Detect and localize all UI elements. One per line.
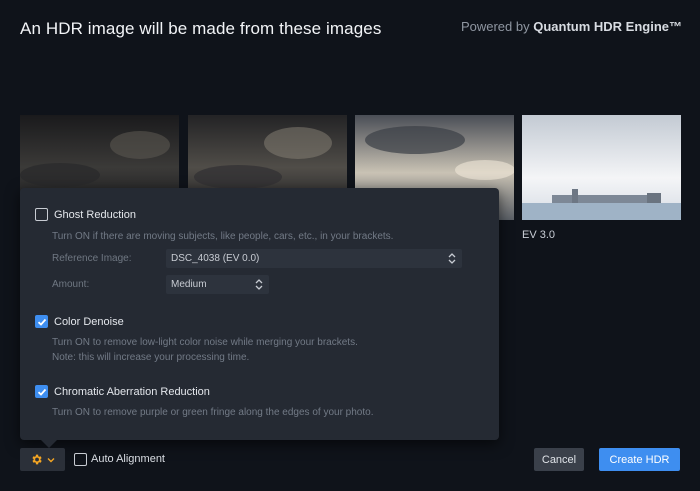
panel-caret (40, 439, 58, 448)
ghost-reduction-description: Turn ON if there are moving subjects, li… (52, 231, 394, 242)
color-denoise-note: Note: this will increase your processing… (52, 352, 250, 363)
amount-value: Medium (171, 279, 207, 290)
powered-by: Powered by Quantum HDR Engine™ (461, 19, 682, 34)
gear-icon (32, 454, 42, 465)
amount-label: Amount: (52, 279, 90, 290)
chromatic-aberration-label: Chromatic Aberration Reduction (54, 385, 210, 398)
auto-alignment-label[interactable]: Auto Alignment (91, 453, 165, 465)
ghost-reduction-option[interactable]: Ghost Reduction (35, 208, 136, 221)
create-hdr-button[interactable]: Create HDR (599, 448, 680, 471)
powered-by-prefix: Powered by (460, 19, 534, 34)
checkmark-icon (37, 318, 46, 326)
cancel-button[interactable]: Cancel (534, 448, 584, 471)
updown-arrows-icon (255, 279, 263, 290)
ghost-reduction-checkbox[interactable] (35, 208, 48, 221)
engine-brand: Quantum HDR Engine™ (533, 19, 682, 34)
thumbnail-ev-label: EV 3.0 (522, 229, 556, 241)
reference-image-select[interactable]: DSC_4038 (EV 0.0) (166, 249, 462, 268)
color-denoise-option[interactable]: Color Denoise (35, 315, 124, 328)
chromatic-aberration-checkbox[interactable] (35, 385, 48, 398)
color-denoise-checkbox[interactable] (35, 315, 48, 328)
color-denoise-label: Color Denoise (54, 315, 124, 328)
ghost-reduction-label: Ghost Reduction (54, 208, 136, 221)
checkmark-icon (37, 388, 46, 396)
color-denoise-description: Turn ON to remove low-light color noise … (52, 337, 358, 348)
reference-image-label: Reference Image: (52, 253, 132, 264)
settings-button[interactable] (20, 448, 65, 471)
amount-select[interactable]: Medium (166, 275, 269, 294)
chromatic-aberration-description: Turn ON to remove purple or green fringe… (52, 407, 374, 418)
updown-arrows-icon (448, 253, 456, 264)
hdr-options-panel: Ghost Reduction Turn ON if there are mov… (20, 188, 499, 440)
chromatic-aberration-option[interactable]: Chromatic Aberration Reduction (35, 385, 210, 398)
reference-image-value: DSC_4038 (EV 0.0) (171, 253, 260, 264)
dialog-title: An HDR image will be made from these ima… (20, 19, 382, 38)
auto-alignment-checkbox[interactable] (74, 453, 87, 466)
chevron-down-icon (47, 457, 55, 462)
bracket-thumbnail-4[interactable] (522, 115, 681, 220)
